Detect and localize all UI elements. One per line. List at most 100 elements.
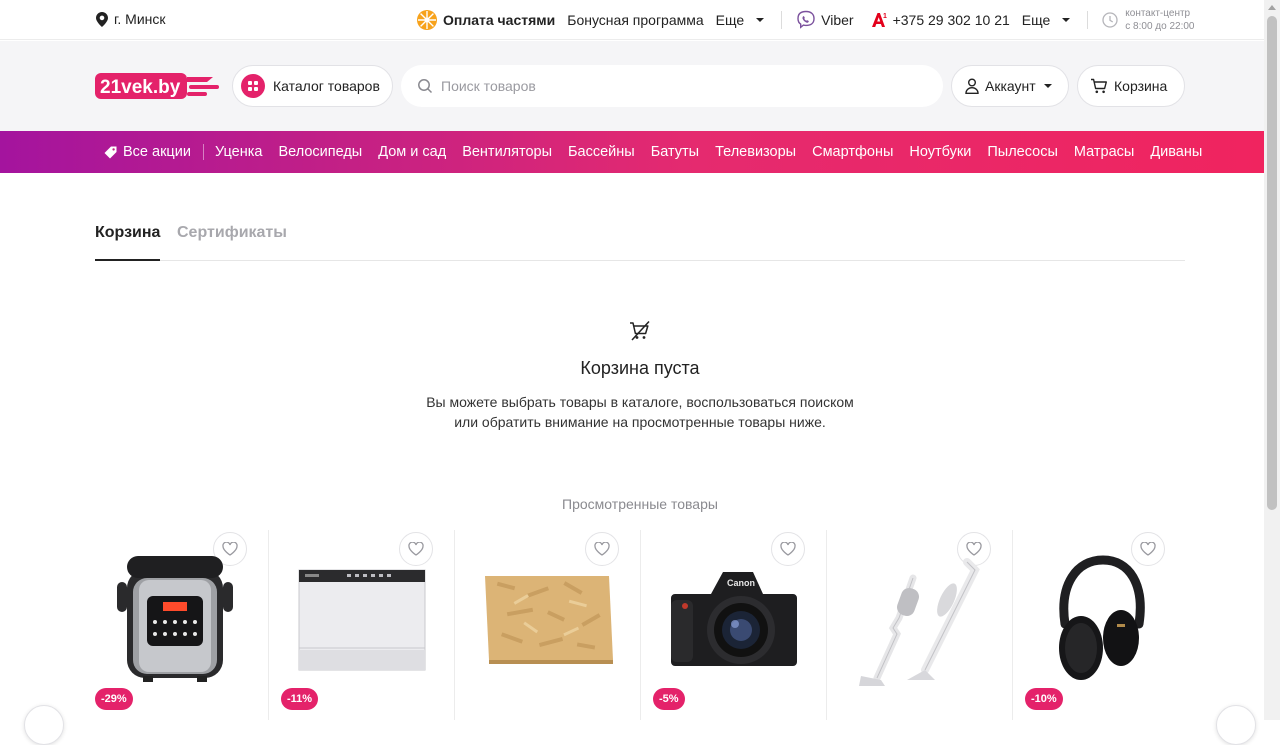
clock-icon: [1102, 12, 1118, 28]
viber-icon: [797, 10, 815, 29]
nav-item[interactable]: Батуты: [651, 144, 699, 160]
empty-cart-line-2: или обратить внимание на просмотренные т…: [454, 414, 826, 430]
contact-center-info: контакт-центр с 8:00 до 22:00: [1102, 7, 1194, 33]
account-label: Аккаунт: [985, 78, 1036, 94]
heart-icon: [594, 542, 610, 556]
discount-badge: -5%: [653, 688, 685, 710]
viber-link[interactable]: Viber: [796, 10, 854, 30]
phone-link[interactable]: 1 +375 29 302 10 21: [870, 11, 1010, 29]
divider: [202, 144, 204, 160]
cart-label: Корзина: [1114, 78, 1168, 94]
search-bar[interactable]: [401, 65, 943, 107]
divider: [1087, 11, 1089, 29]
svg-text:1: 1: [883, 13, 887, 20]
nav-item-promo[interactable]: Все акции: [104, 144, 191, 160]
nav-item[interactable]: Матрасы: [1074, 144, 1134, 160]
nav-item[interactable]: Уценка: [215, 144, 263, 160]
cart-icon: [1091, 78, 1107, 94]
product-image-multicooker: [117, 556, 233, 682]
heart-icon: [966, 542, 982, 556]
product-card[interactable]: [827, 530, 1013, 720]
heart-icon: [408, 542, 424, 556]
favorite-button[interactable]: [585, 532, 619, 566]
orange-slice-icon: [417, 10, 437, 30]
nav-item[interactable]: Смартфоны: [812, 144, 893, 160]
scroll-up-arrow-icon[interactable]: [1268, 5, 1276, 10]
bonus-program-label: Бонусная программа: [567, 12, 704, 28]
product-image-vacuum: [859, 558, 980, 686]
installments-label: Оплата частями: [443, 12, 556, 28]
tag-icon: [104, 146, 117, 158]
contact-center-label: контакт-центр: [1125, 8, 1191, 19]
product-image-osb-board: [485, 576, 613, 664]
catalog-button[interactable]: Каталог товаров: [232, 65, 393, 107]
bonus-program-link[interactable]: Бонусная программа: [567, 12, 703, 28]
viewed-products-carousel: -29% -11% Canon -5% -10%: [95, 530, 1185, 720]
nav-item[interactable]: Ноутбуки: [909, 144, 971, 160]
nav-item[interactable]: Телевизоры: [715, 144, 796, 160]
more-label: Еще: [715, 12, 745, 28]
product-card[interactable]: -10%: [1013, 530, 1185, 720]
contact-center-hours: с 8:00 до 22:00: [1125, 21, 1195, 32]
chevron-down-icon: [756, 18, 765, 22]
more-label: Еще: [1021, 12, 1051, 28]
cart-tabs: Корзина Сертификаты: [95, 212, 1185, 261]
account-button[interactable]: Аккаунт: [951, 65, 1069, 107]
svg-text:Canon: Canon: [727, 578, 755, 588]
tab-cart[interactable]: Корзина: [95, 224, 161, 261]
product-card[interactable]: -29%: [95, 530, 269, 720]
empty-cart-line-1: Вы можете выбрать товары в каталоге, вос…: [426, 394, 854, 410]
divider: [781, 11, 783, 29]
site-logo[interactable]: 21vek.by: [95, 73, 221, 101]
product-image-camera: Canon: [671, 572, 797, 666]
discount-badge: -29%: [95, 688, 133, 710]
more-menu-2[interactable]: Еще: [1022, 12, 1074, 28]
main-header: 21vek.by Каталог товаров Аккаунт: [0, 41, 1264, 131]
user-icon: [965, 78, 979, 94]
a1-operator-icon: 1: [871, 13, 887, 27]
top-bar: г. Минск Оплата частями Бонусная програм…: [0, 0, 1264, 40]
product-image-headphones: [1059, 555, 1145, 680]
favorite-button[interactable]: [771, 532, 805, 566]
empty-cart-title: Корзина пуста: [580, 358, 700, 378]
nav-item[interactable]: Бассейны: [568, 144, 635, 160]
city-label: г. Минск: [114, 11, 166, 27]
scrollbar-thumb[interactable]: [1267, 16, 1277, 510]
location-pin-icon: [96, 11, 108, 27]
nav-item[interactable]: Вентиляторы: [462, 144, 552, 160]
product-card[interactable]: [455, 530, 641, 720]
installments-link[interactable]: Оплата частями: [416, 9, 555, 31]
search-icon: [418, 79, 433, 94]
search-input[interactable]: [441, 78, 921, 94]
product-card[interactable]: -11%: [269, 530, 455, 720]
heart-icon: [780, 542, 796, 556]
discount-badge: -10%: [1025, 688, 1063, 710]
viber-label: Viber: [821, 12, 854, 28]
product-image-dishwasher: [298, 569, 426, 671]
chevron-down-icon: [1062, 18, 1071, 22]
empty-cart-icon: [630, 320, 650, 341]
chevron-down-icon: [1043, 84, 1052, 88]
nav-item[interactable]: Велосипеды: [278, 144, 362, 160]
city-selector[interactable]: г. Минск: [96, 11, 166, 27]
empty-cart-description: Вы можете выбрать товары в каталоге, вос…: [0, 392, 1280, 432]
phone-number: +375 29 302 10 21: [892, 12, 1010, 28]
page-scrollbar[interactable]: [1264, 0, 1280, 720]
nav-item[interactable]: Диваны: [1150, 144, 1202, 160]
logo-text: 21vek.by: [100, 77, 181, 98]
category-nav: Все акции Уценка Велосипеды Дом и сад Ве…: [0, 131, 1264, 173]
product-card[interactable]: Canon -5%: [641, 530, 827, 720]
nav-item[interactable]: Пылесосы: [987, 144, 1058, 160]
more-menu-1[interactable]: Еще: [716, 12, 768, 28]
carousel-next-button[interactable]: [1216, 705, 1256, 745]
nav-item[interactable]: Дом и сад: [378, 144, 446, 160]
catalog-grid-icon: [241, 74, 265, 98]
discount-badge: -11%: [281, 688, 319, 710]
cart-button[interactable]: Корзина: [1077, 65, 1185, 107]
favorite-button[interactable]: [399, 532, 433, 566]
nav-item-label: Все акции: [123, 144, 191, 160]
carousel-prev-button[interactable]: [24, 705, 64, 745]
catalog-label: Каталог товаров: [273, 78, 380, 94]
viewed-products-title: Просмотренные товары: [562, 496, 718, 512]
tab-certificates[interactable]: Сертификаты: [177, 224, 287, 242]
